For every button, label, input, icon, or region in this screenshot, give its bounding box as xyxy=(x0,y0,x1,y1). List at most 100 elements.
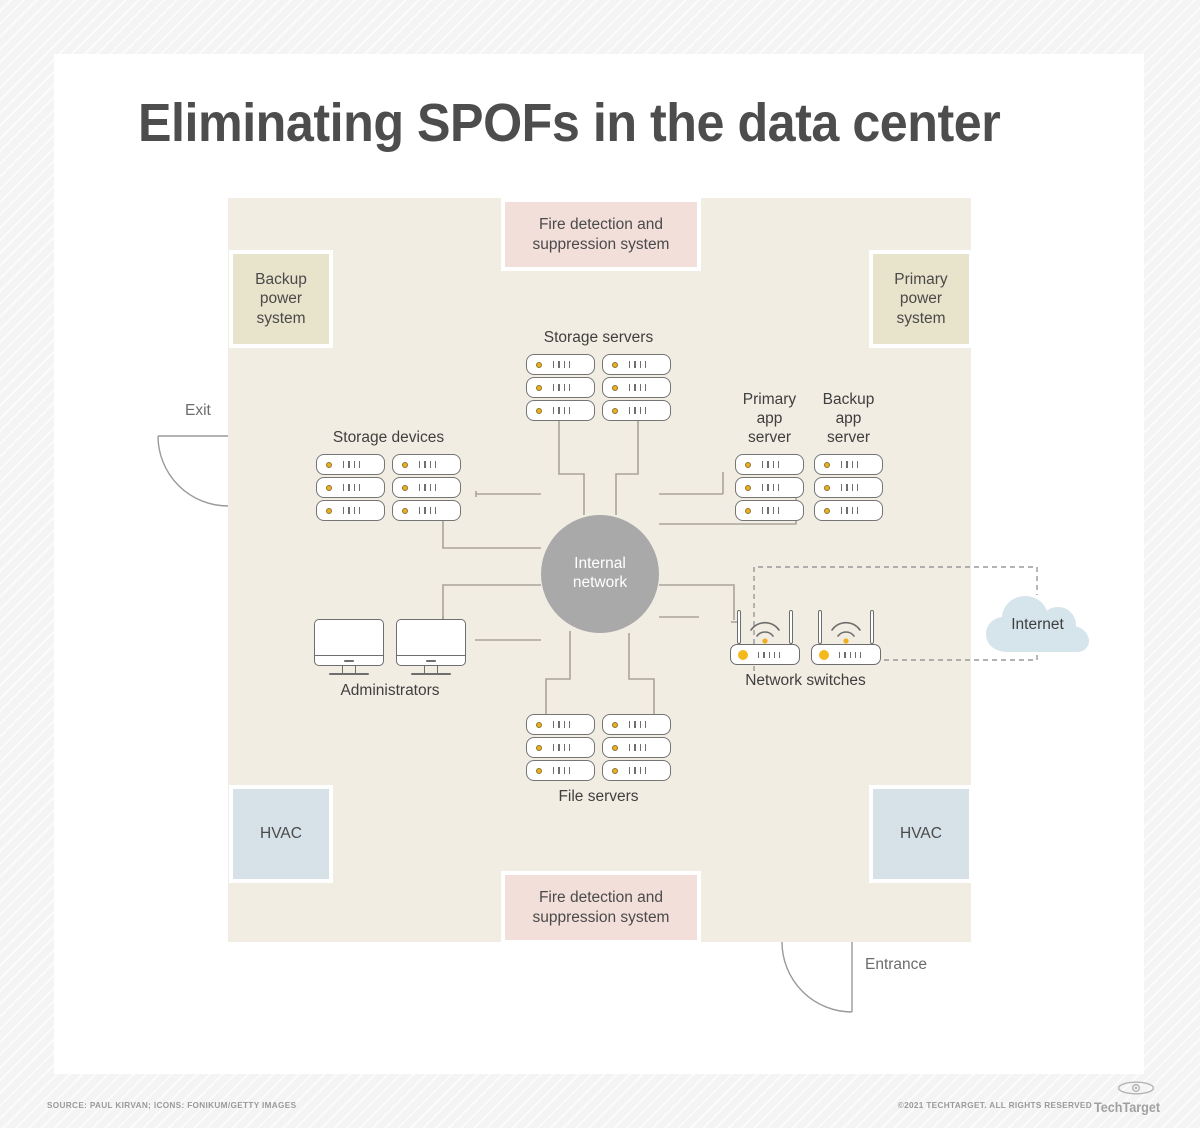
node-backup-app-server: Backup app server xyxy=(814,391,883,521)
node-administrators: Administrators xyxy=(314,619,466,699)
facility-label-line: suppression system xyxy=(532,908,670,926)
vent-ticks-icon xyxy=(762,507,780,514)
vent-ticks-icon xyxy=(629,361,647,368)
vent-ticks-icon xyxy=(343,461,361,468)
server-rack-icon xyxy=(316,454,385,521)
server-unit xyxy=(814,477,883,498)
status-led-icon xyxy=(824,461,830,468)
facility-label-line: power xyxy=(259,290,303,308)
server-unit xyxy=(526,377,595,398)
server-rack-icon xyxy=(602,714,671,781)
facility-box-fire-detection-top: Fire detection and suppression system xyxy=(501,198,701,271)
monitor-icon xyxy=(396,619,466,675)
vent-ticks-icon xyxy=(629,384,647,391)
node-label-file-servers: File servers xyxy=(558,788,639,805)
facility-label-line: HVAC xyxy=(260,825,302,843)
status-led-icon xyxy=(612,744,618,751)
status-led-icon xyxy=(745,507,751,514)
facility-label-line: Backup xyxy=(255,270,307,288)
facility-label-line: HVAC xyxy=(900,825,942,843)
status-led-icon xyxy=(536,407,542,414)
power-led-icon xyxy=(819,649,829,660)
power-led-icon xyxy=(738,649,748,660)
node-internet: Internet xyxy=(984,594,1091,656)
monitor-pair xyxy=(314,619,466,675)
server-unit xyxy=(526,400,595,421)
status-led-icon xyxy=(326,484,332,491)
server-unit xyxy=(602,737,671,758)
node-label-line: server xyxy=(826,429,871,447)
node-label-line: Backup xyxy=(822,391,875,409)
server-unit xyxy=(526,354,595,375)
entrance-door xyxy=(781,941,853,1013)
door-label-exit: Exit xyxy=(185,402,211,419)
server-unit xyxy=(735,477,804,498)
status-led-icon xyxy=(536,744,542,751)
status-led-icon xyxy=(612,721,618,728)
node-label-storage-servers: Storage servers xyxy=(543,329,654,347)
vent-ticks-icon xyxy=(419,484,437,491)
node-label-storage-devices: Storage devices xyxy=(332,429,445,447)
vent-ticks-icon xyxy=(762,461,780,468)
techtarget-wordmark: TechTarget xyxy=(1094,1099,1161,1115)
router-pair xyxy=(730,610,881,665)
node-label-backup-app-server: Backup app server xyxy=(814,391,883,448)
vent-ticks-icon xyxy=(841,507,859,514)
status-led-icon xyxy=(612,361,618,368)
vent-ticks-icon xyxy=(629,767,647,774)
vent-ticks-icon xyxy=(553,744,571,751)
status-led-icon xyxy=(326,461,332,468)
server-unit xyxy=(526,760,595,781)
vent-ticks-icon xyxy=(553,361,571,368)
node-label-administrators: Administrators xyxy=(340,681,440,699)
status-led-icon xyxy=(536,721,542,728)
facility-label-line: system xyxy=(896,309,946,327)
antenna-icon xyxy=(737,610,741,644)
rack-pair xyxy=(526,714,671,781)
node-storage-servers: Storage servers xyxy=(526,329,671,421)
server-rack-icon xyxy=(526,714,595,781)
node-label-line: server xyxy=(747,429,792,447)
antenna-icon xyxy=(789,610,793,644)
vent-ticks-icon xyxy=(343,484,361,491)
status-led-icon xyxy=(402,484,408,491)
facility-label-line: power xyxy=(899,290,943,308)
server-unit xyxy=(602,400,671,421)
internal-network-hub: Internal network xyxy=(541,515,659,633)
facility-label-line: Primary xyxy=(894,270,948,288)
server-unit xyxy=(602,354,671,375)
server-rack-icon xyxy=(526,354,595,421)
server-rack-icon xyxy=(392,454,461,521)
router-icon xyxy=(730,610,800,665)
server-unit xyxy=(316,454,385,475)
server-unit xyxy=(392,500,461,521)
techtarget-logo: TechTarget xyxy=(1094,1081,1160,1115)
server-unit xyxy=(316,500,385,521)
node-label-line: app xyxy=(835,410,862,428)
status-led-icon xyxy=(745,461,751,468)
vent-ticks-icon xyxy=(841,461,859,468)
facility-box-backup-power: Backup power system xyxy=(229,250,333,348)
node-label-primary-app-server: Primary app server xyxy=(735,391,804,448)
status-led-icon xyxy=(612,767,618,774)
monitor-icon xyxy=(314,619,384,675)
status-led-icon xyxy=(612,384,618,391)
footer-source-credit: SOURCE: PAUL KIRVAN; ICONS: FONIKUM/GETT… xyxy=(47,1101,297,1110)
status-led-icon xyxy=(402,461,408,468)
status-led-icon xyxy=(536,361,542,368)
facility-box-hvac-right: HVAC xyxy=(869,785,973,883)
status-led-icon xyxy=(824,507,830,514)
status-led-icon xyxy=(536,767,542,774)
facility-label-line: system xyxy=(256,309,306,327)
server-unit xyxy=(526,737,595,758)
server-unit xyxy=(526,714,595,735)
server-unit xyxy=(392,477,461,498)
vent-ticks-icon xyxy=(419,461,437,468)
server-unit xyxy=(814,454,883,475)
port-ticks-icon xyxy=(758,651,781,658)
vent-ticks-icon xyxy=(841,484,859,491)
facility-label-line: suppression system xyxy=(532,235,670,253)
facility-box-hvac-left: HVAC xyxy=(229,785,333,883)
vent-ticks-icon xyxy=(419,507,437,514)
node-label-line: Primary xyxy=(742,391,797,409)
